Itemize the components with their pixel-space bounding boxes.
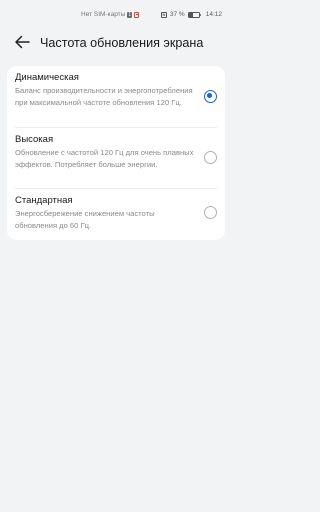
option-description: Баланс производительности и энергопотреб… bbox=[15, 86, 193, 107]
carrier-status: Нет SIM-карты 1 bbox=[81, 11, 140, 18]
sim2-icon bbox=[134, 11, 140, 18]
option-dynamic[interactable]: Динамическая Баланс производительности и… bbox=[7, 66, 225, 127]
clock: 14:12 bbox=[205, 11, 222, 18]
page-title: Частота обновления экрана bbox=[40, 36, 204, 50]
app-header: Частота обновления экрана bbox=[0, 28, 232, 58]
battery-icon bbox=[187, 11, 202, 18]
status-indicators: N 37 % 14:12 bbox=[160, 11, 222, 18]
option-description: Обновление с частотой 120 Гц для очень п… bbox=[15, 148, 194, 169]
option-title: Высокая bbox=[15, 134, 54, 145]
back-arrow-icon[interactable] bbox=[14, 35, 30, 49]
options-card: Динамическая Баланс производительности и… bbox=[7, 66, 225, 240]
carrier-label: Нет SIM-карты bbox=[81, 11, 126, 18]
nfc-icon: N bbox=[160, 11, 167, 18]
radio-high[interactable] bbox=[204, 151, 217, 164]
sim-icon: 1 bbox=[127, 11, 133, 18]
option-standard[interactable]: Стандартная Энергосбережение снижением ч… bbox=[7, 188, 225, 240]
radio-standard[interactable] bbox=[204, 206, 217, 219]
option-description: Энергосбережение снижением частоты обнов… bbox=[15, 209, 155, 230]
status-bar: Нет SIM-карты 1 N 37 % 14:12 bbox=[0, 0, 232, 30]
option-title: Стандартная bbox=[15, 195, 73, 206]
battery-percent: 37 % bbox=[169, 11, 185, 18]
radio-dynamic[interactable] bbox=[204, 90, 217, 103]
option-title: Динамическая bbox=[15, 72, 79, 83]
option-high[interactable]: Высокая Обновление с частотой 120 Гц для… bbox=[7, 127, 225, 187]
